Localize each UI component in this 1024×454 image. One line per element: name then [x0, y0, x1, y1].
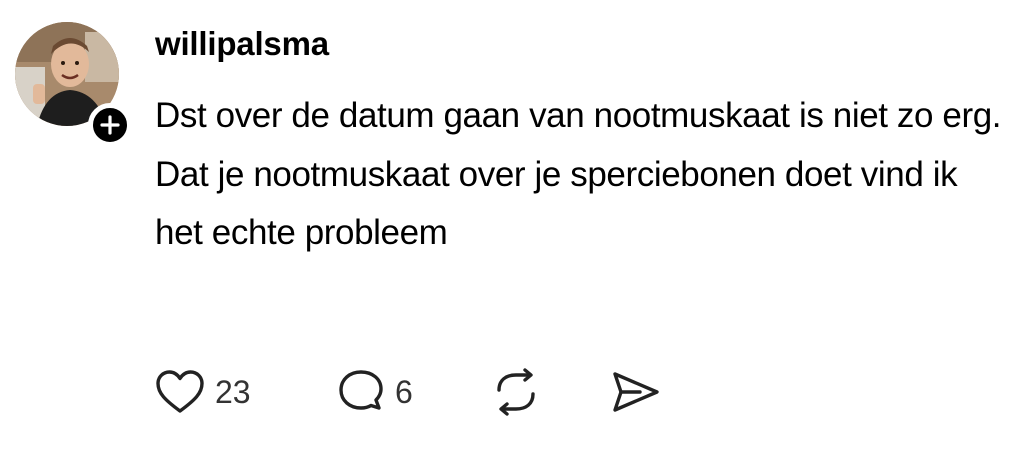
share-button[interactable]	[610, 368, 662, 416]
comment-icon	[339, 370, 383, 410]
like-button[interactable]: 23	[155, 368, 251, 416]
reply-count: 6	[395, 374, 413, 410]
username[interactable]: willipalsma	[155, 24, 329, 64]
follow-button[interactable]	[88, 103, 132, 147]
repost-icon	[497, 368, 535, 416]
send-icon	[613, 372, 659, 412]
reply-button[interactable]: 6	[335, 368, 413, 416]
repost-button[interactable]	[490, 368, 542, 416]
plus-icon	[100, 115, 120, 135]
thread-post: willipalsma Dst over de datum gaan van n…	[0, 0, 1024, 454]
avatar-container[interactable]	[15, 22, 132, 147]
like-count: 23	[215, 374, 251, 410]
heart-icon	[156, 370, 204, 413]
post-text: Dst over de datum gaan van nootmuskaat i…	[155, 96, 1002, 252]
